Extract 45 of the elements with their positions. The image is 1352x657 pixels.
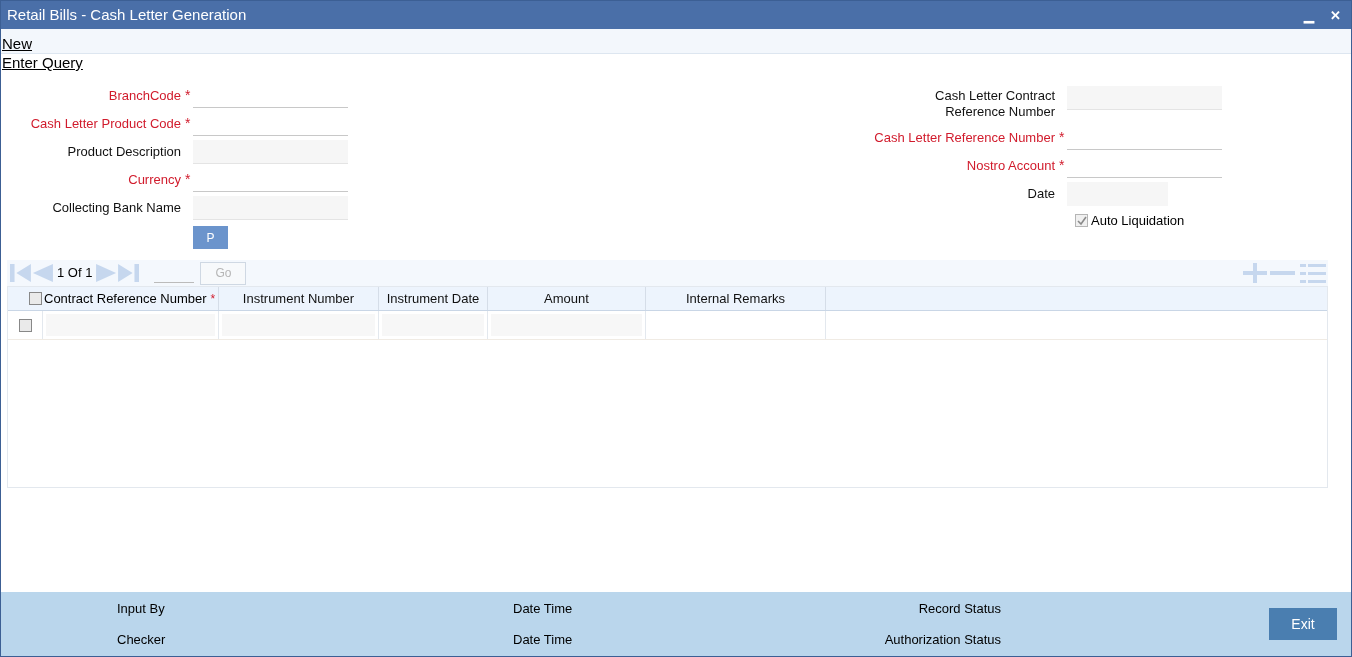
- field-label: Cash Letter Product Code: [30, 116, 181, 132]
- field-label: BranchCode: [108, 88, 181, 104]
- checkbox[interactable]: [18, 318, 32, 332]
- exit-button[interactable]: Exit: [1269, 608, 1337, 640]
- checkbox[interactable]: [29, 292, 42, 305]
- close-button[interactable]: ✕: [1330, 8, 1341, 22]
- field-label: Date: [1027, 186, 1055, 202]
- required-icon: *: [181, 172, 193, 186]
- footer-label: Date Time: [512, 630, 573, 649]
- menu-link[interactable]: New: [1, 35, 32, 53]
- footer-label: Input By: [116, 600, 165, 618]
- field-label: Cash Letter Contract Reference Number: [934, 88, 1055, 120]
- footer-label: Date Time: [512, 600, 573, 618]
- required-icon: *: [1055, 130, 1067, 144]
- column-header[interactable]: Amount: [544, 288, 589, 309]
- last-page-icon[interactable]: [118, 263, 141, 283]
- required-icon: *: [210, 289, 216, 308]
- input-field[interactable]: [193, 196, 348, 220]
- first-page-icon[interactable]: [9, 263, 31, 283]
- field-label: Product Description: [67, 144, 181, 160]
- minimize-button[interactable]: ▁: [1304, 8, 1314, 22]
- page-indicator: 1 Of 1: [56, 264, 94, 283]
- menu-link[interactable]: Enter Query: [1, 54, 83, 72]
- footer-label: Record Status: [918, 600, 1001, 618]
- field-label: Nostro Account: [966, 158, 1055, 174]
- footer-label: Authorization Status: [884, 630, 1001, 649]
- input-field[interactable]: [193, 140, 348, 164]
- field-label: Currency: [128, 172, 181, 188]
- field-label: Cash Letter Reference Number: [874, 130, 1055, 146]
- footer-label: Checker: [116, 630, 166, 649]
- column-header[interactable]: Instrument Number: [242, 288, 355, 309]
- column-header[interactable]: Contract Reference Number: [44, 288, 207, 309]
- column-header[interactable]: Instrument Date: [386, 288, 480, 309]
- field-label: Collecting Bank Name: [52, 200, 181, 216]
- list-icon[interactable]: [1300, 264, 1326, 283]
- add-row-icon[interactable]: [1243, 263, 1267, 283]
- required-icon: *: [181, 88, 193, 102]
- window-title: Retail Bills - Cash Letter Generation: [7, 4, 247, 25]
- column-header[interactable]: Internal Remarks: [686, 288, 785, 309]
- input-field[interactable]: [1067, 86, 1222, 110]
- previous-page-icon[interactable]: [31, 263, 53, 283]
- checkbox-label: Auto Liquidation: [1091, 212, 1185, 230]
- delete-row-icon[interactable]: [1270, 271, 1295, 275]
- required-icon: *: [181, 116, 193, 130]
- required-icon: *: [1055, 158, 1067, 172]
